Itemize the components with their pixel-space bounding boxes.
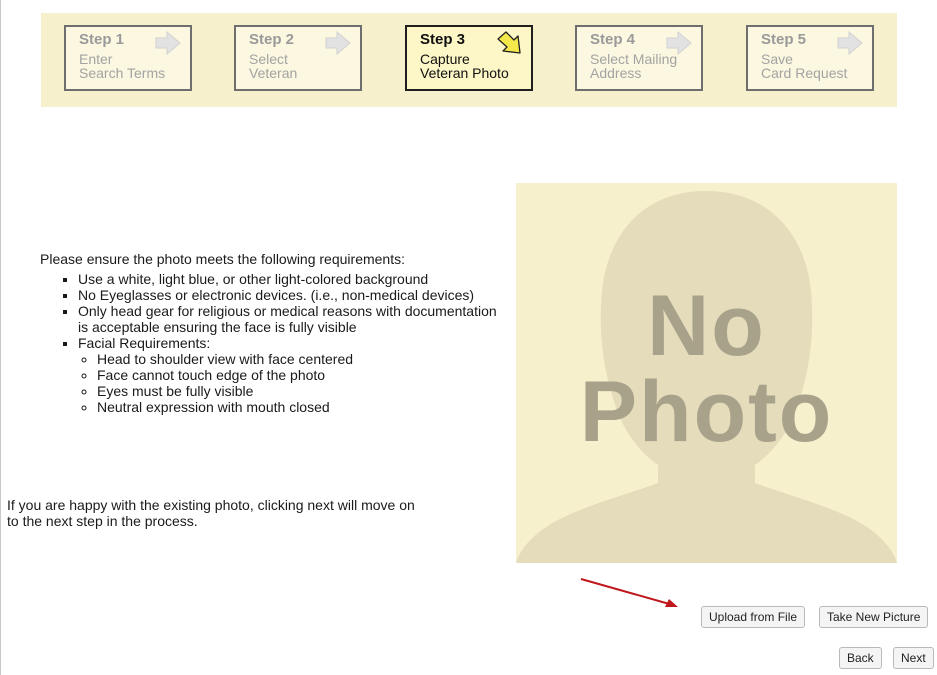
step-1: Step 1 Enter Search Terms [64, 25, 192, 91]
photo-requirements: Please ensure the photo meets the follow… [40, 251, 510, 415]
annotation-arrow-icon [580, 578, 678, 607]
veteran-photo-placeholder: No Photo [516, 183, 897, 563]
left-border [0, 0, 1, 675]
facial-requirement-item: Head to shoulder view with face centered [97, 351, 510, 367]
no-photo-text-line1: No [647, 278, 766, 374]
step-2-desc-line2: Veteran [249, 65, 298, 81]
requirement-item: Only head gear for religious or medical … [78, 303, 510, 335]
requirement-item: Use a white, light blue, or other light-… [78, 271, 510, 287]
facial-requirement-item: Eyes must be fully visible [97, 383, 510, 399]
facial-requirement-item: Face cannot touch edge of the photo [97, 367, 510, 383]
back-button[interactable]: Back [839, 647, 882, 669]
upload-from-file-button[interactable]: Upload from File [701, 606, 806, 628]
right-arrow-icon [666, 31, 692, 55]
facial-requirements-list: Head to shoulder view with face centered… [78, 351, 510, 415]
step-2: Step 2 Select Veteran [234, 25, 362, 91]
down-right-arrow-icon [497, 31, 521, 54]
no-photo-text-line2: Photo [579, 364, 834, 460]
step-4: Step 4 Select Mailing Address [575, 25, 703, 91]
step-1-desc-line2: Search Terms [79, 65, 166, 81]
requirements-list: Use a white, light blue, or other light-… [40, 271, 510, 415]
wizard-step-bar: Step 1 Enter Search Terms Step 2 Select … [41, 13, 897, 107]
step-3-desc-line2: Veteran Photo [420, 65, 509, 81]
step-5-desc-line2: Card Request [761, 65, 848, 81]
facial-requirements-label: Facial Requirements: [78, 335, 211, 351]
next-step-note: If you are happy with the existing photo… [7, 497, 415, 529]
right-arrow-icon [325, 31, 351, 55]
facial-requirement-item: Neutral expression with mouth closed [97, 399, 510, 415]
take-new-picture-button[interactable]: Take New Picture [819, 606, 929, 628]
requirement-item: Facial Requirements: Head to shoulder vi… [78, 335, 510, 415]
right-arrow-icon [155, 31, 181, 55]
step-5: Step 5 Save Card Request [746, 25, 874, 91]
right-arrow-icon [837, 31, 863, 55]
step-4-desc-line2: Address [590, 65, 642, 81]
next-button[interactable]: Next [893, 647, 934, 669]
requirements-intro: Please ensure the photo meets the follow… [40, 251, 405, 267]
requirement-item: No Eyeglasses or electronic devices. (i.… [78, 287, 510, 303]
step-3-current: Step 3 Capture Veteran Photo [405, 25, 533, 91]
